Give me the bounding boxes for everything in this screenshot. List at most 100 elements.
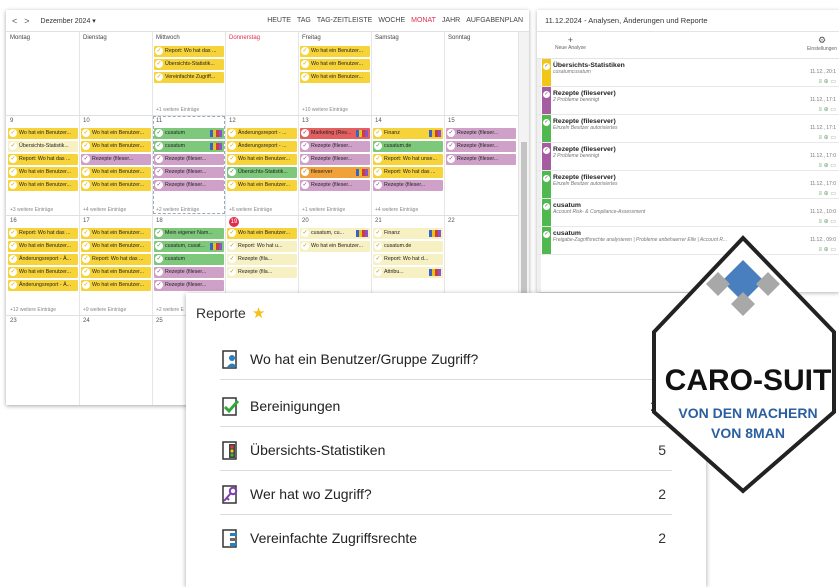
calendar-event[interactable]: Wo hat ein Benutzer... bbox=[81, 267, 151, 278]
calendar-event[interactable]: Wo hat ein Benutzer... bbox=[300, 59, 370, 70]
calendar-event[interactable]: Wo hat ein Benutzer... bbox=[8, 267, 78, 278]
calendar-event[interactable]: Rezepte (fileser... bbox=[446, 154, 516, 165]
calendar-event[interactable]: cusatum bbox=[154, 254, 224, 265]
settings-button[interactable]: ⚙ Einstellungen bbox=[807, 35, 837, 52]
calendar-event[interactable]: Report: Wo hat das ... bbox=[373, 167, 443, 178]
analysis-item[interactable]: ✓ Übersichts-Statistiken cusatumcusatum 11.… bbox=[537, 59, 839, 87]
calendar-event[interactable]: Rezepte (fila... bbox=[227, 267, 297, 278]
calendar-event[interactable]: cusatum bbox=[154, 128, 224, 139]
action-icons[interactable]: ≡ ⊕ ▭ bbox=[818, 162, 836, 169]
calendar-event[interactable]: Report: Wo hat das ... bbox=[8, 228, 78, 239]
calendar-event[interactable]: Änderungsreport - Ä... bbox=[8, 280, 78, 291]
calendar-event[interactable]: Wo hat ein Benutzer... bbox=[300, 72, 370, 83]
calendar-event[interactable]: cusatum, cu... bbox=[300, 228, 370, 239]
calendar-event[interactable]: Rezepte (fileser... bbox=[300, 141, 370, 152]
more-entries-link[interactable]: +6 weitere Einträge bbox=[229, 207, 272, 213]
calendar-event[interactable]: Finanz bbox=[373, 128, 443, 139]
new-analysis-button[interactable]: + Neue Analyse bbox=[555, 35, 586, 51]
action-icons[interactable]: ≡ ⊕ ▭ bbox=[818, 106, 836, 113]
calendar-event[interactable]: Report: Wo hat das ... bbox=[154, 46, 224, 57]
report-item[interactable]: Übersichts-Statistiken 5 bbox=[220, 431, 672, 471]
calendar-event[interactable]: Report: Wo hat u... bbox=[227, 241, 297, 252]
calendar-event[interactable]: Übersichts-Statistik... bbox=[154, 59, 224, 70]
calendar-event[interactable]: Wo hat ein Benutzer... bbox=[300, 46, 370, 57]
calendar-event[interactable]: fileserver bbox=[300, 167, 370, 178]
view-month[interactable]: MONAT bbox=[411, 17, 436, 24]
calendar-event[interactable]: Rezepte (fileser... bbox=[446, 128, 516, 139]
star-icon[interactable]: ★ bbox=[252, 305, 265, 322]
calendar-event[interactable]: Wo hat ein Benutzer... bbox=[81, 241, 151, 252]
calendar-event[interactable]: Rezepte (fileser... bbox=[300, 154, 370, 165]
report-item[interactable]: Wo hat ein Benutzer/Gruppe Zugriff? bbox=[220, 340, 672, 380]
view-day-timeline[interactable]: TAG-ZEITLEISTE bbox=[317, 17, 373, 24]
analysis-item[interactable]: ✓ Rezepte (fileserver) Einzeln Besitzer au… bbox=[537, 115, 839, 143]
calendar-event[interactable]: Rezepte (fileser... bbox=[154, 167, 224, 178]
calendar-event[interactable]: Änderungsreport - ... bbox=[227, 141, 297, 152]
calendar-event[interactable]: Rezepte (fileser... bbox=[81, 154, 151, 165]
calendar-event[interactable]: Änderungsreport - Ä... bbox=[8, 254, 78, 265]
calendar-event[interactable]: Wo hat ein Benutzer... bbox=[81, 141, 151, 152]
calendar-event[interactable]: Vereinfachte Zugriff... bbox=[154, 72, 224, 83]
more-entries-link[interactable]: +10 weitere Einträge bbox=[302, 107, 348, 113]
calendar-event[interactable]: Übersichts-Statistik... bbox=[8, 141, 78, 152]
calendar-event[interactable]: cusatum, cusat... bbox=[154, 241, 224, 252]
more-entries-link[interactable]: +12 weitere Einträge bbox=[10, 307, 56, 313]
calendar-event[interactable]: Rezepte (fileser... bbox=[154, 280, 224, 291]
calendar-event[interactable]: Wo hat ein Benutzer... bbox=[227, 180, 297, 191]
calendar-event[interactable]: Wo hat ein Benutzer... bbox=[81, 167, 151, 178]
calendar-event[interactable]: Report: Wo hat d... bbox=[373, 254, 443, 265]
analysis-item[interactable]: ✓ cusatum Account Risk- & Compliance-Asses… bbox=[537, 199, 839, 227]
view-day[interactable]: TAG bbox=[297, 17, 311, 24]
calendar-event[interactable]: cusatum.de bbox=[373, 141, 443, 152]
prev-month-button[interactable]: < bbox=[12, 16, 17, 26]
calendar-event[interactable]: Rezepte (fileser... bbox=[154, 180, 224, 191]
calendar-event[interactable]: Wo hat ein Benutzer... bbox=[8, 167, 78, 178]
calendar-event[interactable]: Mein eigener Nam... bbox=[154, 228, 224, 239]
calendar-event[interactable]: Wo hat ein Benutzer... bbox=[227, 154, 297, 165]
calendar-event[interactable]: Wo hat ein Benutzer... bbox=[81, 128, 151, 139]
more-entries-link[interactable]: +1 weitere Einträge bbox=[302, 207, 345, 213]
month-selector[interactable]: Dezember 2024 ▾ bbox=[41, 17, 96, 25]
calendar-event[interactable]: Rezepte (fileser... bbox=[154, 267, 224, 278]
calendar-event[interactable]: Rezepte (fileser... bbox=[373, 180, 443, 191]
calendar-event[interactable]: Report: Wo hat das ... bbox=[8, 154, 78, 165]
analysis-item[interactable]: ✓ Rezepte (fileserver) Einzeln Besitzer au… bbox=[537, 171, 839, 199]
analysis-item[interactable]: ✓ Rezepte (fileserver) 2 Probleme bereinig… bbox=[537, 143, 839, 171]
calendar-event[interactable]: Wo hat ein Benutzer... bbox=[227, 228, 297, 239]
calendar-event[interactable]: Änderungsreport - ... bbox=[227, 128, 297, 139]
report-item[interactable]: Bereinigungen 20 bbox=[220, 387, 672, 427]
calendar-event[interactable]: Wo hat ein Benutzer... bbox=[300, 241, 370, 252]
more-entries-link[interactable]: +1 weitere Einträge bbox=[156, 107, 199, 113]
more-entries-link[interactable]: +4 weitere Einträge bbox=[375, 207, 418, 213]
action-icons[interactable]: ≡ ⊕ ▭ bbox=[818, 78, 836, 85]
calendar-event[interactable]: Übersichts-Statistik... bbox=[227, 167, 297, 178]
calendar-event[interactable]: cusatum.de bbox=[373, 241, 443, 252]
more-entries-link[interactable]: +2 weitere E bbox=[156, 307, 184, 313]
calendar-event[interactable]: Marketing (Res... bbox=[300, 128, 370, 139]
view-task-plan[interactable]: AUFGABENPLAN bbox=[466, 17, 523, 24]
calendar-event[interactable]: Wo hat ein Benutzer... bbox=[81, 180, 151, 191]
calendar-event[interactable]: Report: Wo hat unse... bbox=[373, 154, 443, 165]
more-entries-link[interactable]: +9 weitere Einträge bbox=[83, 307, 126, 313]
calendar-event[interactable]: Wo hat ein Benutzer... bbox=[8, 128, 78, 139]
more-entries-link[interactable]: +2 weitere Einträge bbox=[156, 207, 199, 213]
more-entries-link[interactable]: +4 weitere Einträge bbox=[83, 207, 126, 213]
calendar-event[interactable]: Rezepte (fila... bbox=[227, 254, 297, 265]
calendar-event[interactable]: Rezepte (fileser... bbox=[300, 180, 370, 191]
action-icons[interactable]: ≡ ⊕ ▭ bbox=[818, 134, 836, 141]
action-icons[interactable]: ≡ ⊕ ▭ bbox=[818, 218, 836, 225]
more-entries-link[interactable]: +3 weitere Einträge bbox=[10, 207, 53, 213]
calendar-event[interactable]: Wo hat ein Benutzer... bbox=[81, 228, 151, 239]
view-week[interactable]: WOCHE bbox=[378, 17, 405, 24]
report-item[interactable]: Wer hat wo Zugriff? 2 bbox=[220, 475, 672, 515]
calendar-event[interactable]: Attribu... bbox=[373, 267, 443, 278]
view-today[interactable]: HEUTE bbox=[267, 17, 291, 24]
calendar-event[interactable]: Report: Wo hat das ... bbox=[81, 254, 151, 265]
calendar-event[interactable]: Wo hat ein Benutzer... bbox=[81, 280, 151, 291]
calendar-event[interactable]: Wo hat ein Benutzer... bbox=[8, 241, 78, 252]
next-month-button[interactable]: > bbox=[24, 16, 29, 26]
calendar-event[interactable]: Wo hat ein Benutzer... bbox=[8, 180, 78, 191]
view-year[interactable]: JAHR bbox=[442, 17, 460, 24]
report-item[interactable]: Vereinfachte Zugriffsrechte 2 bbox=[220, 519, 672, 559]
calendar-event[interactable]: Rezepte (fileser... bbox=[446, 141, 516, 152]
